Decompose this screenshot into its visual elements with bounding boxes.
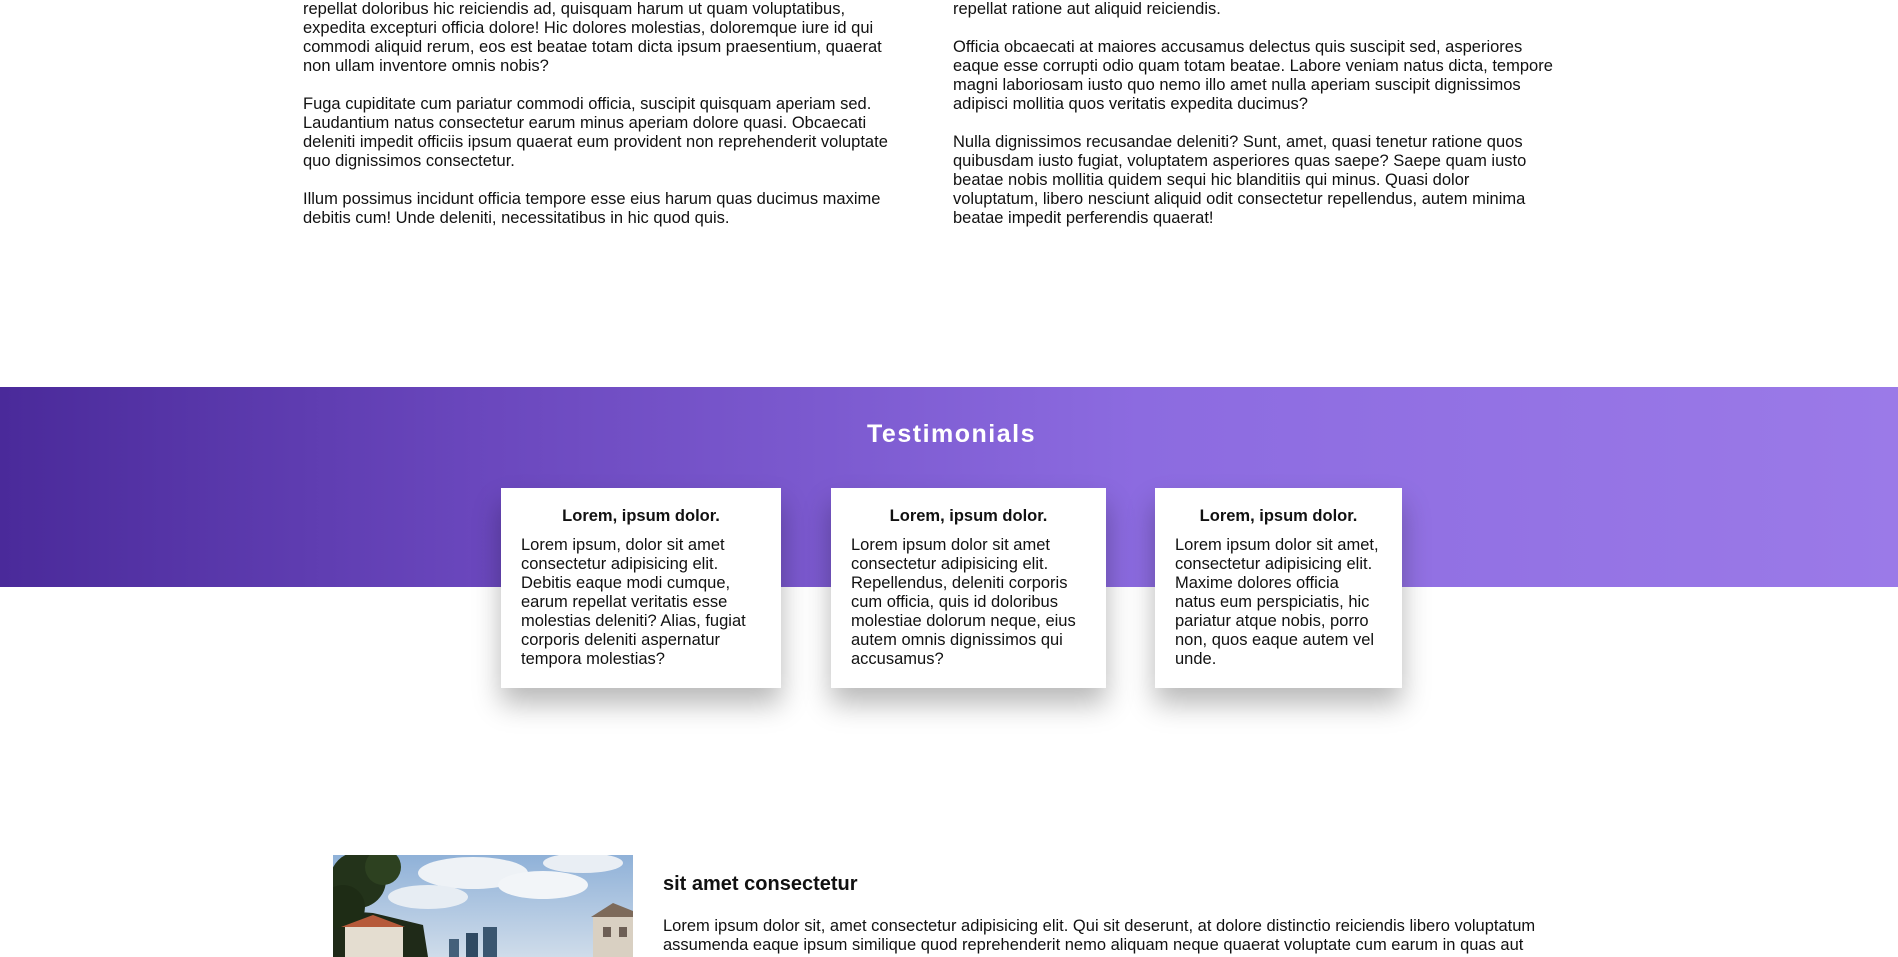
about-paragraph: Nulla dignissimos recusandae deleniti? S…	[953, 133, 1527, 227]
article-title: sit amet consectetur	[663, 873, 858, 895]
about-paragraph: Fuga cupiditate cum pariatur commodi off…	[303, 95, 888, 170]
about-paragraph: Lorem ipsum dolor sit amet consectetur a…	[953, 0, 1221, 18]
testimonial-card-title: Lorem, ipsum dolor.	[562, 507, 720, 525]
about-right-column: Lorem ipsum dolor sit amet consectetur a…	[953, 0, 1553, 247]
testimonials-heading: Testimonials	[867, 420, 1036, 448]
about-left-column: Lorem ipsum dolor sit amet consectetur a…	[303, 0, 903, 247]
testimonial-card-text: Lorem ipsum dolor sit amet consectetur a…	[851, 536, 1076, 668]
testimonial-card-text: Lorem ipsum dolor sit amet, consectetur …	[1175, 536, 1379, 668]
testimonial-card-title: Lorem, ipsum dolor.	[889, 507, 1048, 525]
article-body: Lorem ipsum dolor sit, amet consectetur …	[663, 917, 1536, 954]
testimonial-card: Lorem, ipsum dolor. Lorem ipsum dolor si…	[831, 488, 1106, 688]
about-paragraph: Lorem ipsum dolor sit amet consectetur a…	[303, 0, 882, 75]
testimonial-card: Lorem, ipsum dolor. Lorem ipsum dolor si…	[1155, 488, 1402, 688]
testimonial-card-text: Lorem ipsum, dolor sit amet consectetur …	[521, 536, 746, 668]
article-photo	[333, 855, 633, 957]
testimonial-card: Lorem, ipsum dolor. Lorem ipsum, dolor s…	[501, 488, 781, 688]
testimonial-card-title: Lorem, ipsum dolor.	[1199, 507, 1358, 525]
about-paragraph: Officia obcaecati at maiores accusamus d…	[953, 38, 1553, 113]
building-photo-illustration	[333, 855, 633, 957]
about-paragraph: Illum possimus incidunt officia tempore …	[303, 190, 881, 227]
